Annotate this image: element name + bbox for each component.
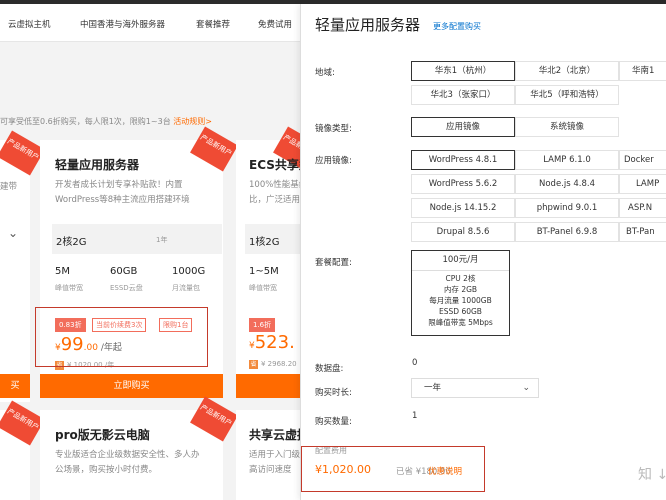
app-image-option[interactable]: BT-Pan (619, 222, 666, 242)
buy-button-left[interactable]: 买 (0, 374, 30, 398)
price-int: 523. (254, 332, 295, 353)
nav-item-free-trial[interactable]: 免费试用 (258, 18, 292, 30)
card-desc: 建带 (0, 182, 18, 192)
image-type-system[interactable]: 系统镜像 (515, 117, 619, 137)
card-desc-line-1: 专业版适合企业级数据安全性、多人办 (55, 450, 200, 460)
product-card-cloud-pc: 产品新用户 pro版无影云电脑 专业版适合企业级数据安全性、多人办 公场景，购买… (40, 396, 238, 500)
spec-value: 2核2G (56, 237, 87, 248)
nav-item-hk-overseas[interactable]: 中国香港与海外服务器 (80, 18, 165, 30)
app-image-label: 应用镜像: (315, 156, 352, 166)
stat-bandwidth-value: 5M (55, 266, 70, 277)
package-label: 套餐配置: (315, 258, 352, 268)
image-type-app[interactable]: 应用镜像 (411, 117, 515, 137)
highlight-frame (35, 307, 208, 367)
purchase-panel: 轻量应用服务器 更多配置购买 地域: 华东1（杭州） 华北2（北京） 华南1 华… (300, 4, 666, 500)
period-value: 1年 (156, 236, 168, 244)
region-option-beijing[interactable]: 华北2（北京） (515, 61, 619, 81)
chevron-down-icon: ⌄ (522, 383, 530, 393)
stat-bandwidth-label: 峰值带宽 (55, 284, 83, 292)
watermark: 知 ↓ (638, 467, 666, 483)
card-desc-line-1: 适用于入门级 (249, 450, 300, 460)
package-bandwidth: 限峰值带宽 5Mbps (428, 318, 493, 327)
quantity-value[interactable]: 1 (412, 411, 417, 421)
promo-text: 可享受低至0.6折购买，每人限1次，限购1~3台 (0, 117, 171, 126)
card-desc-line-2: 公场景，购买按小时付费。 (55, 465, 158, 475)
product-card-shared-host: 共享云虚拟 适用于入门级 高访问速度 (236, 410, 300, 500)
duration-value: 一年 (424, 383, 442, 393)
app-image-option[interactable]: WordPress 4.8.1 (411, 150, 515, 170)
app-image-option[interactable]: ASP.N (619, 198, 666, 218)
card-desc-line-2: 高访问速度 (249, 465, 292, 475)
new-user-ribbon: 产品新用户 (190, 396, 238, 442)
app-image-option[interactable]: Drupal 8.5.6 (411, 222, 515, 242)
package-disk: ESSD 60GB (439, 307, 482, 316)
product-card-bottom-left: 产品新用户 (0, 400, 45, 500)
duration-select[interactable]: 一年 ⌄ (411, 378, 539, 398)
stat-bandwidth-label: 峰值带宽 (249, 284, 277, 292)
card-title: pro版无影云电脑 (55, 428, 150, 442)
buy-now-button[interactable]: 立即购买 (40, 374, 223, 398)
package-card[interactable]: 100元/月 CPU 2核 内存 2GB 每月流量 1000GB ESSD 60… (411, 250, 510, 336)
quantity-label: 购买数量: (315, 417, 352, 427)
stat-bandwidth-value: 1~5M (249, 266, 279, 277)
card-desc-line-1: 开发者成长计划专享补贴款！内置 (55, 180, 183, 190)
discount-tag: 1.6折 (249, 318, 276, 332)
stat-disk-value: 60GB (110, 266, 138, 277)
nav-item-packages[interactable]: 套餐推荐 (196, 18, 230, 30)
spec-selector[interactable]: 2核2G 1年 (52, 224, 222, 254)
app-image-option[interactable]: Docker (619, 150, 666, 170)
region-option-huhehaote[interactable]: 华北5（呼和浩特） (515, 85, 619, 105)
stat-disk-label: ESSD云盘 (110, 284, 143, 292)
card-title: 共享云虚拟 (249, 428, 300, 442)
promo-line: 可享受低至0.6折购买，每人限1次，限购1~3台 活动规则> (0, 116, 212, 127)
app-image-option[interactable]: Node.js 14.15.2 (411, 198, 515, 218)
data-disk-label: 数据盘: (315, 364, 344, 374)
package-memory: 内存 2GB (443, 285, 478, 294)
app-image-option[interactable]: WordPress 5.6.2 (411, 174, 515, 194)
panel-title: 轻量应用服务器 (315, 16, 421, 34)
region-label: 地域: (315, 68, 335, 78)
highlight-frame (301, 446, 485, 492)
region-option-south[interactable]: 华南1 (619, 61, 666, 81)
app-image-option[interactable]: LAMP 6.1.0 (515, 150, 619, 170)
nav-item-virtual-host[interactable]: 云虚拟主机 (8, 18, 51, 30)
new-user-ribbon: 产品新用户 (0, 400, 45, 446)
card-desc-line-1: 100%性能基线 (249, 180, 300, 190)
app-image-option[interactable]: phpwind 9.0.1 (515, 198, 619, 218)
save-badge: 省 (249, 360, 258, 369)
package-cpu: CPU 2核 (445, 274, 476, 283)
new-user-ribbon: 产品新用户 (0, 130, 45, 176)
more-config-link[interactable]: 更多配置购买 (433, 21, 481, 32)
package-traffic: 每月流量 1000GB (429, 296, 492, 305)
original-price-value: ¥ 2968.20 (261, 360, 297, 368)
region-option-hangzhou[interactable]: 华东1（杭州） (411, 61, 515, 81)
product-card-ecs-partial: 产品新用户 ECS共享型 100%性能基线 比，广泛适用 1核2G 1~5M 峰… (236, 126, 300, 398)
background-page: 云虚拟主机 中国香港与海外服务器 套餐推荐 免费试用 可享受低至0.6折购买，每… (0, 4, 300, 500)
card-title: 轻量应用服务器 (55, 158, 140, 172)
app-image-option[interactable]: LAMP (619, 174, 666, 194)
app-image-option[interactable]: Node.js 4.8.4 (515, 174, 619, 194)
image-type-label: 镜像类型: (315, 124, 352, 134)
app-image-option[interactable]: BT-Panel 6.9.8 (515, 222, 619, 242)
original-price: 省 ¥ 2968.20 (249, 360, 297, 369)
price: ¥523. (249, 332, 295, 353)
rules-link[interactable]: 活动规则> (173, 117, 212, 126)
data-disk-value: 0 (412, 358, 418, 368)
spec-selector[interactable]: 1核2G (245, 224, 300, 254)
buy-button-right[interactable] (236, 374, 300, 398)
region-option-zhangjiakou[interactable]: 华北3（张家口） (411, 85, 515, 105)
stat-traffic-value: 1000G (172, 266, 206, 277)
product-card-left-partial: 产品新用户 建带 ⌄ (0, 130, 45, 402)
stat-traffic-label: 月流量包 (172, 284, 200, 292)
package-price: 100元/月 (412, 251, 509, 271)
card-title: ECS共享型 (249, 158, 300, 172)
duration-label: 购买时长: (315, 388, 352, 398)
spec-value: 1核2G (249, 237, 280, 248)
chevron-down-icon[interactable]: ⌄ (8, 226, 18, 240)
card-desc-line-2: WordPress等8种主流应用搭建环境 (55, 195, 190, 205)
top-nav: 云虚拟主机 中国香港与海外服务器 套餐推荐 免费试用 (0, 4, 300, 42)
card-desc-line-2: 比，广泛适用 (249, 195, 300, 205)
new-user-ribbon: 产品新用户 (190, 126, 238, 172)
